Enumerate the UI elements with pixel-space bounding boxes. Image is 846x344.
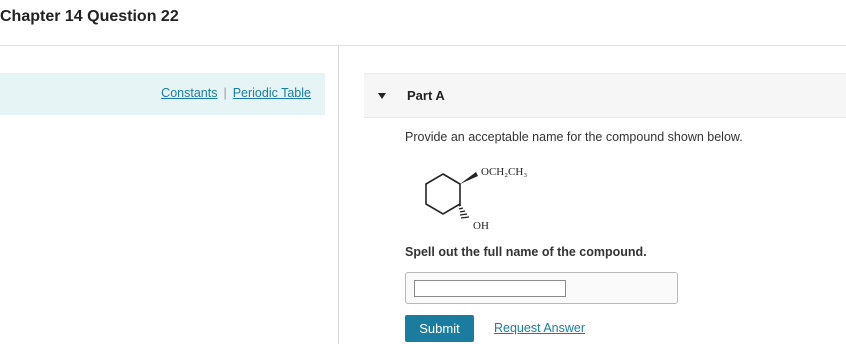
submit-button[interactable]: Submit — [405, 315, 474, 342]
page: Chapter 14 Question 22 Constants | Periodi… — [0, 0, 846, 344]
request-answer-link[interactable]: Request Answer — [494, 321, 585, 335]
answer-container — [405, 272, 678, 304]
column-divider — [338, 46, 339, 344]
periodic-table-link[interactable]: Periodic Table — [233, 86, 311, 100]
constants-link[interactable]: Constants — [161, 86, 217, 100]
page-title: Chapter 14 Question 22 — [0, 8, 179, 25]
part-label: Part A — [407, 88, 445, 103]
answer-prompt: Spell out the full name of the compound. — [405, 245, 647, 259]
part-a-header[interactable]: Part A — [364, 73, 846, 118]
hashed-bond — [458, 204, 470, 219]
wedge-bond — [460, 172, 478, 184]
resources-panel: Constants | Periodic Table — [0, 73, 325, 115]
question-instruction: Provide an acceptable name for the compo… — [405, 130, 743, 144]
cyclohexane-ring — [425, 173, 461, 215]
ethoxy-label: OCH₂CH₃ — [481, 166, 527, 178]
link-separator: | — [223, 86, 227, 100]
compound-structure-diagram: OCH₂CH₃ OH — [425, 166, 527, 232]
answer-input[interactable] — [414, 280, 566, 297]
collapse-caret-icon[interactable] — [378, 93, 386, 99]
header-divider — [0, 45, 846, 46]
resource-links: Constants | Periodic Table — [161, 86, 311, 100]
hydroxyl-label: OH — [473, 220, 489, 232]
